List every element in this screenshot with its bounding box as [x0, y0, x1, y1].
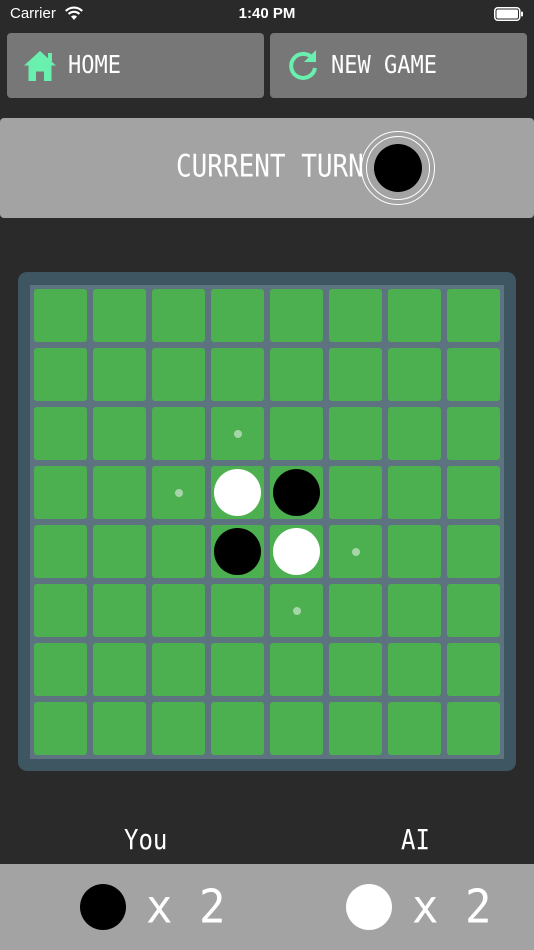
board-cell-r5c8[interactable]	[447, 525, 500, 578]
current-turn-disc	[374, 144, 422, 192]
status-bar: Carrier 1:40 PM	[0, 0, 534, 28]
black-disc	[214, 528, 261, 575]
board-cell-r5c7[interactable]	[388, 525, 441, 578]
game-board	[30, 285, 504, 759]
board-cell-r6c8[interactable]	[447, 584, 500, 637]
new-game-button[interactable]: NEW GAME	[270, 33, 527, 98]
score-panel: x 2 x 2	[0, 864, 534, 950]
board-cell-r3c3[interactable]	[152, 407, 205, 460]
valid-move-hint	[233, 429, 242, 438]
current-turn-panel: CURRENT TURN	[0, 118, 534, 218]
board-cell-r4c6[interactable]	[329, 466, 382, 519]
board-cell-r5c5[interactable]	[270, 525, 323, 578]
board-cell-r4c2[interactable]	[93, 466, 146, 519]
board-cell-r6c4[interactable]	[211, 584, 264, 637]
board-cell-r7c7[interactable]	[388, 643, 441, 696]
board-cell-r1c8[interactable]	[447, 289, 500, 342]
board-cell-r8c6[interactable]	[329, 702, 382, 755]
board-cell-r6c5[interactable]	[270, 584, 323, 637]
board-cell-r2c1[interactable]	[34, 348, 87, 401]
board-cell-r8c4[interactable]	[211, 702, 264, 755]
board-cell-r3c7[interactable]	[388, 407, 441, 460]
ai-score: x 2	[412, 880, 492, 935]
board-cell-r6c2[interactable]	[93, 584, 146, 637]
board-cell-r1c5[interactable]	[270, 289, 323, 342]
board-cell-r5c4[interactable]	[211, 525, 264, 578]
board-cell-r8c8[interactable]	[447, 702, 500, 755]
board-cell-r7c3[interactable]	[152, 643, 205, 696]
new-game-label: NEW GAME	[331, 51, 437, 80]
board-cell-r2c7[interactable]	[388, 348, 441, 401]
board-cell-r3c2[interactable]	[93, 407, 146, 460]
you-score: x 2	[146, 880, 226, 935]
board-cell-r4c5[interactable]	[270, 466, 323, 519]
board-cell-r1c6[interactable]	[329, 289, 382, 342]
player-ai-label: AI	[401, 823, 430, 857]
board-cell-r6c1[interactable]	[34, 584, 87, 637]
board-cell-r1c1[interactable]	[34, 289, 87, 342]
board-cell-r4c8[interactable]	[447, 466, 500, 519]
home-label: HOME	[68, 51, 121, 80]
board-cell-r7c2[interactable]	[93, 643, 146, 696]
board-cell-r3c5[interactable]	[270, 407, 323, 460]
refresh-icon	[289, 49, 317, 80]
board-cell-r4c1[interactable]	[34, 466, 87, 519]
board-cell-r3c6[interactable]	[329, 407, 382, 460]
board-cell-r7c1[interactable]	[34, 643, 87, 696]
you-score-disc	[80, 884, 126, 930]
board-cell-r5c1[interactable]	[34, 525, 87, 578]
board-cell-r2c3[interactable]	[152, 348, 205, 401]
board-cell-r3c1[interactable]	[34, 407, 87, 460]
board-cell-r1c3[interactable]	[152, 289, 205, 342]
player-you-label: You	[124, 823, 168, 857]
board-cell-r2c2[interactable]	[93, 348, 146, 401]
board-cell-r6c3[interactable]	[152, 584, 205, 637]
battery-icon	[494, 7, 523, 21]
ai-score-disc	[346, 884, 392, 930]
board-cell-r7c5[interactable]	[270, 643, 323, 696]
board-cell-r1c4[interactable]	[211, 289, 264, 342]
valid-move-hint	[174, 488, 183, 497]
white-disc	[214, 469, 261, 516]
board-cell-r6c6[interactable]	[329, 584, 382, 637]
current-turn-label: CURRENT TURN	[176, 149, 364, 185]
clock: 1:40 PM	[238, 5, 296, 22]
board-cell-r7c4[interactable]	[211, 643, 264, 696]
home-icon	[24, 50, 56, 81]
board-cell-r4c7[interactable]	[388, 466, 441, 519]
valid-move-hint	[351, 547, 360, 556]
board-cell-r8c7[interactable]	[388, 702, 441, 755]
board-cell-r5c3[interactable]	[152, 525, 205, 578]
board-cell-r2c5[interactable]	[270, 348, 323, 401]
board-cell-r4c4[interactable]	[211, 466, 264, 519]
board-cell-r4c3[interactable]	[152, 466, 205, 519]
board-cell-r8c2[interactable]	[93, 702, 146, 755]
board-cell-r8c3[interactable]	[152, 702, 205, 755]
board-cell-r7c6[interactable]	[329, 643, 382, 696]
board-cell-r7c8[interactable]	[447, 643, 500, 696]
board-cell-r5c6[interactable]	[329, 525, 382, 578]
black-disc	[273, 469, 320, 516]
white-disc	[273, 528, 320, 575]
board-cell-r3c8[interactable]	[447, 407, 500, 460]
board-cell-r1c2[interactable]	[93, 289, 146, 342]
home-button[interactable]: HOME	[7, 33, 264, 98]
board-cell-r6c7[interactable]	[388, 584, 441, 637]
board-cell-r2c8[interactable]	[447, 348, 500, 401]
valid-move-hint	[292, 606, 301, 615]
board-cell-r1c7[interactable]	[388, 289, 441, 342]
board-cell-r8c1[interactable]	[34, 702, 87, 755]
board-cell-r3c4[interactable]	[211, 407, 264, 460]
board-cell-r5c2[interactable]	[93, 525, 146, 578]
board-cell-r2c6[interactable]	[329, 348, 382, 401]
board-cell-r2c4[interactable]	[211, 348, 264, 401]
board-cell-r8c5[interactable]	[270, 702, 323, 755]
